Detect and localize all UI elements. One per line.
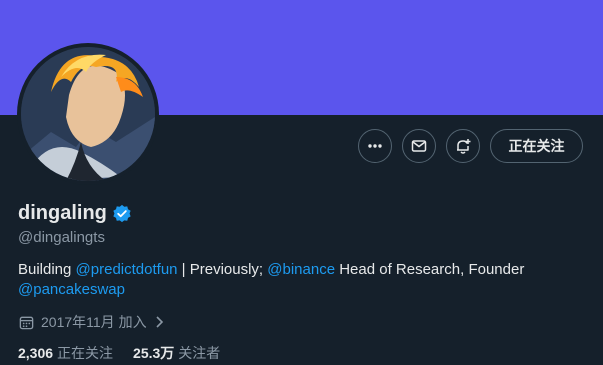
- bio-link-pancakeswap[interactable]: @pancakeswap: [18, 281, 125, 298]
- followers-stat[interactable]: 25.3万 关注者: [133, 343, 220, 363]
- followers-count: 25.3万: [133, 345, 175, 361]
- bio-link-binance[interactable]: @binance: [267, 261, 335, 278]
- following-stat[interactable]: 2,306 正在关注: [18, 343, 113, 363]
- envelope-icon: [411, 140, 427, 152]
- bio-link-predictdotfun[interactable]: @predictdotfun: [76, 261, 178, 278]
- profile-bio: Building @predictdotfun | Previously; @b…: [18, 260, 583, 300]
- join-date[interactable]: 2017年11月 加入: [18, 312, 166, 332]
- profile-name-row: dingaling: [18, 202, 132, 225]
- more-horizontal-icon: [368, 144, 382, 148]
- display-name: dingaling: [18, 202, 107, 224]
- message-button[interactable]: [402, 129, 436, 163]
- username-handle: @dingalingts: [18, 229, 105, 246]
- verified-badge-icon[interactable]: [112, 204, 132, 224]
- notify-button[interactable]: [446, 129, 480, 163]
- followers-label: 关注者: [178, 345, 221, 361]
- following-label: 正在关注: [57, 345, 114, 361]
- bio-text: Head of Research, Founder: [335, 261, 525, 278]
- join-date-text: 2017年11月 加入: [41, 314, 147, 330]
- calendar-icon: [19, 316, 34, 329]
- chevron-right-icon: [156, 316, 163, 328]
- follow-stats: 2,306 正在关注 25.3万 关注者: [18, 343, 220, 363]
- more-button[interactable]: [358, 129, 392, 163]
- bio-text: | Previously;: [177, 261, 268, 278]
- profile-actions: 正在关注: [0, 129, 603, 165]
- bell-plus-icon: [457, 139, 471, 154]
- following-count: 2,306: [18, 345, 54, 361]
- bio-text: Building: [18, 261, 76, 278]
- following-button[interactable]: 正在关注: [490, 129, 583, 163]
